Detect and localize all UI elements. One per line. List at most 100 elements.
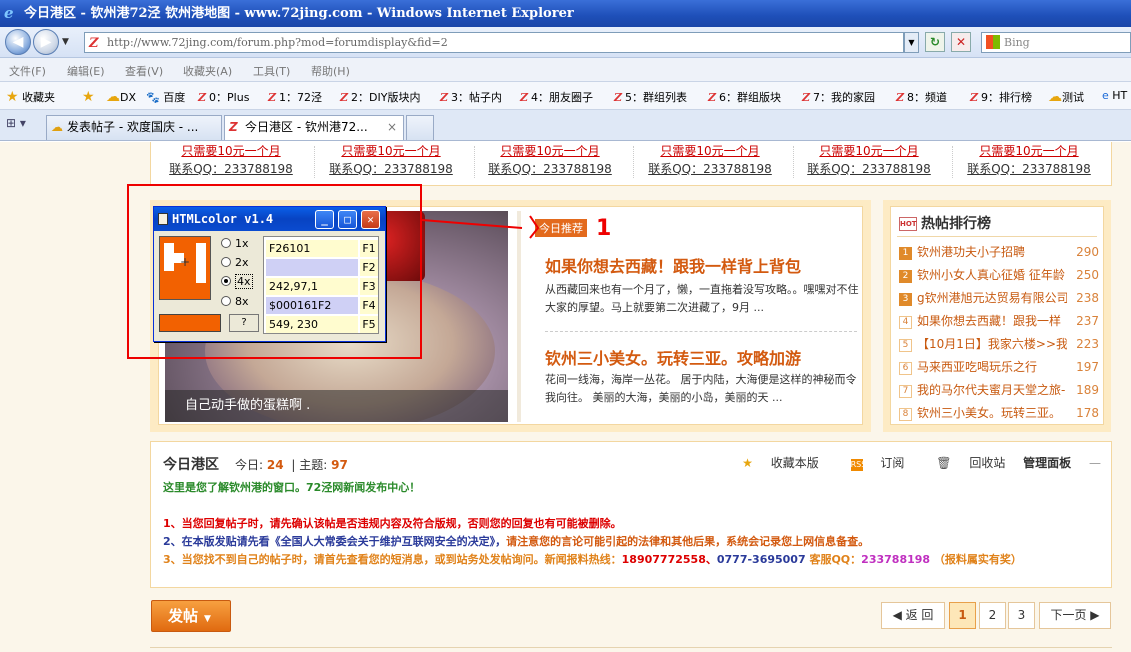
menu-tools[interactable]: 工具(T) (253, 63, 290, 79)
rss-icon: RSS (850, 459, 867, 471)
forward-button[interactable]: ▶ (33, 29, 59, 55)
hot-item[interactable]: 7 我的马尔代夫蜜月天堂之旅- 189 (899, 381, 1099, 399)
fav-item-8[interactable]: Z 8：频道 (896, 89, 947, 105)
hot-item[interactable]: 4 如果你想去西藏！跟我一样 237 (899, 312, 1099, 330)
tab-forum[interactable]: Z 今日港区 - 钦州港72... × (224, 115, 404, 140)
menu-favorites[interactable]: 收藏夹(A) (183, 63, 232, 79)
fav-item-dx[interactable]: ☁DX (106, 89, 136, 105)
stop-button[interactable]: ✕ (951, 32, 971, 52)
site-favicon-icon: Z (89, 36, 99, 51)
field-delphi[interactable]: $000161F2 F4 (266, 297, 378, 314)
maximize-button[interactable]: □ (338, 210, 357, 229)
admin-panel-button[interactable]: 管理面板 (1023, 456, 1071, 470)
field-empty[interactable]: F2 (266, 259, 378, 276)
address-toolbar: ◀ ▶ ▼ Z http://www.72jing.com/forum.php?… (0, 27, 1131, 58)
pager-back-button[interactable]: ◀ 返 回 (881, 602, 945, 629)
ad-slot[interactable]: 只需要10元一个月 联系QQ：233788198 (321, 142, 461, 178)
new-tab-button[interactable] (406, 115, 434, 140)
ad-slot[interactable]: 只需要10元一个月 联系QQ：233788198 (799, 142, 939, 178)
fav-item-1[interactable]: Z 1：72泾 (268, 89, 322, 105)
fav-item-2[interactable]: Z 2：DIY版块内 (340, 89, 420, 105)
address-url: http://www.72jing.com/forum.php?mod=foru… (107, 36, 448, 49)
tab-label: 发表帖子 - 欢度国庆 - ... (67, 120, 199, 134)
fav-item-baidu[interactable]: 🐾 百度 (146, 89, 185, 105)
favorite-forum-button[interactable]: ★ 收藏本版 (728, 456, 819, 470)
star-icon: ★ (6, 89, 19, 105)
zoom-preview[interactable]: + (159, 236, 211, 300)
pager-page-1[interactable]: 1 (949, 602, 976, 629)
ad-slot[interactable]: 只需要10元一个月 联系QQ：233788198 (480, 142, 620, 178)
field-coords[interactable]: 549, 230 F5 (266, 316, 378, 333)
htmlcolor-titlebar[interactable]: HTMLcolor v1.4 _ □ ✕ (154, 207, 385, 231)
fav-item-6[interactable]: Z 6：群组版块 (708, 89, 781, 105)
fav-item-7[interactable]: Z 7：我的家园 (802, 89, 875, 105)
hot-item[interactable]: 2 钦州小女人真心征婚 征年龄 250 (899, 266, 1099, 284)
fav-item-ht[interactable]: e HT (1102, 89, 1127, 102)
address-input[interactable]: Z http://www.72jing.com/forum.php?mod=fo… (84, 32, 904, 53)
menu-edit[interactable]: 编辑(E) (67, 63, 105, 79)
new-post-button[interactable]: 发帖 ▼ (151, 600, 231, 632)
field-rgb[interactable]: 242,97,1 F3 (266, 278, 378, 295)
htmlcolor-title: HTMLcolor v1.4 (172, 212, 274, 226)
ad-slot[interactable]: 只需要10元一个月 联系QQ：233788198 (161, 142, 301, 178)
ad-slot[interactable]: 只需要10元一个月 联系QQ：233788198 (640, 142, 780, 178)
tab-close-icon[interactable]: × (387, 116, 397, 139)
pager-page-3[interactable]: 3 (1008, 602, 1035, 629)
back-button[interactable]: ◀ (5, 29, 31, 55)
featured-summary-2: 花间一线海，海岸一丛花。 居于内陆，大海便是这样的神秘而令我向往。 美丽的大海，… (545, 373, 857, 404)
fav-item-test[interactable]: ☁测试 (1048, 89, 1084, 105)
ad-strip: 只需要10元一个月 联系QQ：233788198 只需要10元一个月 联系QQ：23… (150, 142, 1112, 186)
featured-summary-1: 从西藏回来也有一个月了，懒，一直拖着没写攻略。。嘿嘿对不住大家的厚望。马上就要第… (545, 283, 859, 314)
forum-stats: 今日: 24 | 主题: 97 (235, 458, 348, 472)
tab-favicon-icon: ☁ (51, 120, 63, 134)
forum-info-box: 今日港区 今日: 24 | 主题: 97 ★ 收藏本版 RSS 订阅 🗑 回收站… (150, 441, 1112, 588)
collapse-button[interactable]: — (1089, 456, 1101, 470)
hot-item[interactable]: 3 g钦州港旭元达贸易有限公司 238 (899, 289, 1099, 307)
quick-tabs-icon[interactable]: ⊞ ▾ (6, 116, 46, 138)
forum-rule-3: 3、当您找不到自己的帖子时，请首先查看您的短消息，或到站务处发帖询问。新闻报料热… (163, 553, 1022, 566)
minimize-button[interactable]: _ (315, 210, 334, 229)
featured-headline-1[interactable]: 如果你想去西藏！跟我一样背上背包 (545, 253, 801, 277)
hot-icon: HOT (899, 217, 917, 231)
recent-pages-dropdown[interactable]: ▼ (62, 37, 69, 47)
color-fields: F26101 F1 F2 242,97,1 F3 $000161F2 F4 549, … (263, 236, 379, 334)
address-dropdown-button[interactable]: ▼ (904, 32, 919, 53)
fav-item-9[interactable]: Z 9：排行榜 (970, 89, 1032, 105)
hot-posts-title: HOT 热帖排行榜 (899, 216, 991, 232)
hot-item[interactable]: 8 钦州三小美女。玩转三亚。 178 (899, 404, 1099, 422)
field-hex[interactable]: F26101 F1 (266, 240, 378, 257)
ad-slot[interactable]: 只需要10元一个月 联系QQ：233788198 (959, 142, 1099, 178)
refresh-button[interactable]: ↻ (925, 32, 945, 52)
add-favorite-icon[interactable]: ★ (82, 89, 95, 105)
featured-headline-2[interactable]: 钦州三小美女。玩转三亚。攻略加游 (545, 345, 801, 369)
hot-item[interactable]: 5 【10月1日】我家六楼>>我 223 (899, 335, 1099, 353)
recycle-bin-button[interactable]: 🗑 回收站 (922, 456, 1005, 470)
pager-next-button[interactable]: 下一页 ▶ (1039, 602, 1111, 629)
fav-item-3[interactable]: Z 3：帖子内 (440, 89, 502, 105)
zoom-option-2x[interactable]: 2x (221, 256, 249, 269)
close-button[interactable]: ✕ (361, 210, 380, 229)
menu-bar: 文件(F) 编辑(E) 查看(V) 收藏夹(A) 工具(T) 帮助(H) (0, 58, 1131, 82)
favorites-button[interactable]: ★ 收藏夹 (6, 89, 55, 105)
recommend-tag: 今日推荐 (535, 219, 587, 237)
menu-help[interactable]: 帮助(H) (311, 63, 350, 79)
zoom-option-1x[interactable]: 1x (221, 237, 249, 250)
color-swatch (159, 314, 221, 332)
fav-item-5[interactable]: Z 5：群组列表 (614, 89, 687, 105)
star-icon: ★ (742, 456, 753, 470)
photo-caption[interactable]: 自己动手做的蛋糕啊 . (165, 390, 508, 422)
forum-description: 这里是您了解钦州港的窗口。72泾网新闻发布中心！ (163, 481, 421, 494)
subscribe-button[interactable]: RSS 订阅 (837, 456, 904, 471)
fav-item-0[interactable]: Z 0：Plus (198, 89, 249, 105)
hot-item[interactable]: 1 钦州港功夫小子招聘 290 (899, 243, 1099, 261)
help-button[interactable]: ? (229, 314, 259, 332)
search-input[interactable]: Bing (981, 32, 1131, 53)
pager-page-2[interactable]: 2 (979, 602, 1006, 629)
fav-item-4[interactable]: Z 4：朋友圈子 (520, 89, 593, 105)
menu-view[interactable]: 查看(V) (125, 63, 163, 79)
menu-file[interactable]: 文件(F) (9, 63, 46, 79)
tab-post[interactable]: ☁ 发表帖子 - 欢度国庆 - ... (46, 115, 222, 140)
hot-item[interactable]: 6 马来西亚吃喝玩乐之行 197 (899, 358, 1099, 376)
zoom-option-8x[interactable]: 8x (221, 295, 249, 308)
zoom-option-4x[interactable]: 4x (221, 274, 253, 289)
